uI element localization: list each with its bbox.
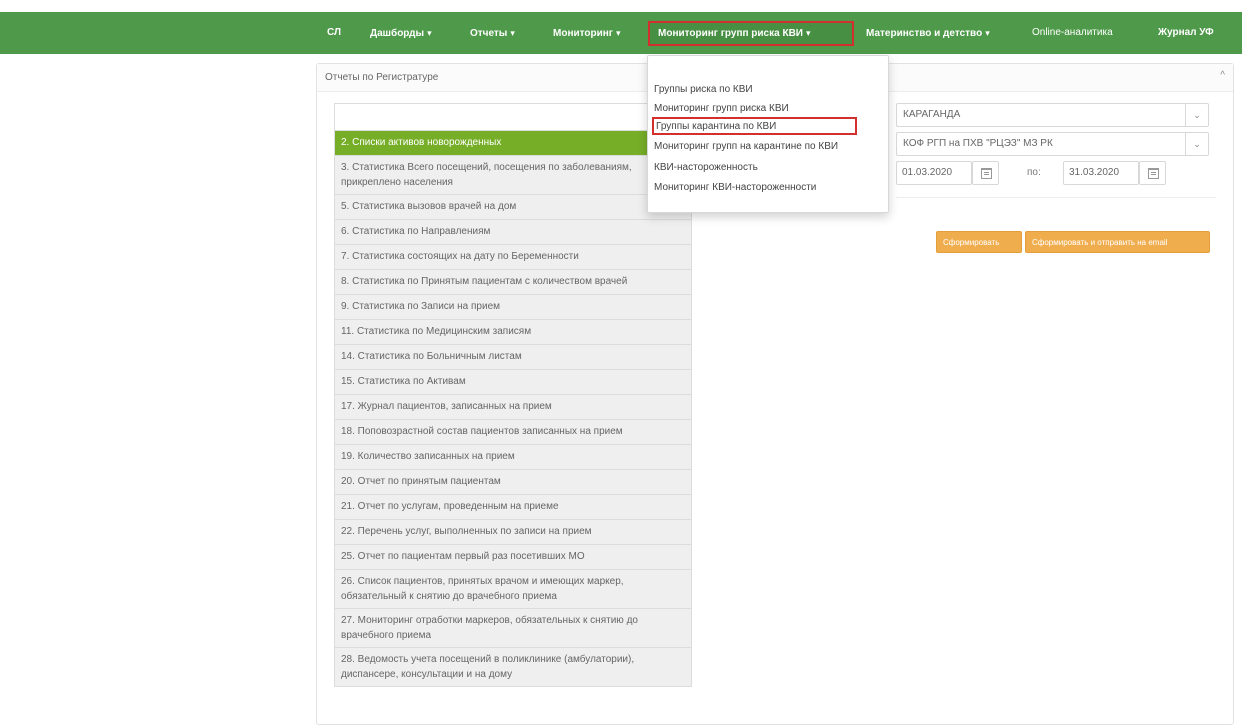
chevron-down-icon: ▾: [985, 28, 990, 38]
nav-journal-uf[interactable]: Журнал УФ: [1158, 12, 1214, 54]
kvi-risk-dropdown-menu: Группы риска по КВИ Мониторинг групп риск…: [647, 55, 889, 213]
report-list-item[interactable]: 18. Поповозрастной состав пациентов запи…: [335, 420, 691, 445]
filters-divider: [896, 197, 1216, 198]
region-select[interactable]: КАРАГАНДА ⌄: [896, 103, 1209, 127]
nav-kvi-risk-monitoring[interactable]: Мониторинг групп риска КВИ ▾: [648, 21, 854, 46]
nav-online-analytics[interactable]: Online-аналитика: [1032, 12, 1113, 54]
dropdown-menu-item[interactable]: Мониторинг групп риска КВИ: [648, 100, 888, 118]
dropdown-menu-item[interactable]: Мониторинг групп на карантине по КВИ: [648, 138, 888, 156]
report-list-item[interactable]: 9. Статистика по Записи на прием: [335, 295, 691, 320]
region-select-value: КАРАГАНДА: [903, 109, 961, 120]
report-list-item[interactable]: 21. Отчет по услугам, проведенным на при…: [335, 495, 691, 520]
report-list-item[interactable]: 17. Журнал пациентов, записанных на прие…: [335, 395, 691, 420]
chevron-down-icon: ⌄: [1185, 104, 1208, 126]
dropdown-menu-item[interactable]: Группы риска по КВИ: [648, 81, 888, 99]
chevron-down-icon: ▾: [510, 28, 515, 38]
date-from-value: 01.03.2020: [902, 167, 953, 178]
report-list-item[interactable]: 25. Отчет по пациентам первый раз посети…: [335, 545, 691, 570]
dropdown-menu-item[interactable]: КВИ-настороженность: [648, 159, 888, 177]
chevron-down-icon: ▾: [615, 28, 621, 38]
calendar-icon: [981, 168, 992, 179]
date-to-value: 31.03.2020: [1069, 167, 1120, 178]
chevron-down-icon: ▾: [427, 28, 432, 38]
dropdown-menu-item[interactable]: Группы карантина по КВИ: [652, 117, 857, 135]
report-list-item[interactable]: 22. Перечень услуг, выполненных по запис…: [335, 520, 691, 545]
report-list-blank-item[interactable]: [335, 104, 691, 131]
date-to-calendar-button[interactable]: [1139, 161, 1166, 185]
organization-select[interactable]: КОФ РГП на ПХВ "РЦЭЗ" МЗ РК ⌄: [896, 132, 1209, 156]
date-from-calendar-button[interactable]: [972, 161, 999, 185]
report-list-item[interactable]: 6. Статистика по Направлениям: [335, 220, 691, 245]
generate-email-button[interactable]: Сформировать и отправить на email: [1025, 231, 1210, 253]
report-list-item[interactable]: 15. Статистика по Активам: [335, 370, 691, 395]
report-list-item[interactable]: 20. Отчет по принятым пациентам: [335, 470, 691, 495]
organization-select-value: КОФ РГП на ПХВ "РЦЭЗ" МЗ РК: [903, 138, 1053, 149]
nav-reports[interactable]: Отчеты ▾: [470, 12, 515, 54]
report-list: 2. Списки активов новорожденных 3. Статис…: [334, 103, 692, 687]
report-list-item[interactable]: 3. Статистика Всего посещений, посещения…: [335, 156, 691, 195]
nav-maternity-childhood[interactable]: Материнство и детство ▾: [866, 12, 990, 54]
date-to-label: по:: [1027, 167, 1041, 178]
date-from-input[interactable]: 01.03.2020: [896, 161, 972, 185]
dropdown-menu-item[interactable]: Мониторинг КВИ-настороженности: [648, 179, 888, 197]
chevron-down-icon: ⌄: [1185, 133, 1208, 155]
calendar-icon: [1148, 168, 1159, 179]
report-list-item[interactable]: 28. Ведомость учета посещений в поликлин…: [335, 648, 691, 687]
collapse-chevron-up-icon[interactable]: ^: [1220, 70, 1225, 81]
nav-dashboards[interactable]: Дашборды ▾: [370, 12, 432, 54]
report-list-item[interactable]: 2. Списки активов новорожденных: [335, 131, 691, 156]
generate-button[interactable]: Сформировать: [936, 231, 1022, 253]
report-list-item[interactable]: 11. Статистика по Медицинским записям: [335, 320, 691, 345]
panel-title: Отчеты по Регистратуре: [325, 72, 439, 83]
chevron-down-icon: ▾: [805, 28, 811, 38]
report-list-item[interactable]: 5. Статистика вызовов врачей на дом: [335, 195, 691, 220]
report-list-item[interactable]: 27. Мониторинг отработки маркеров, обяза…: [335, 609, 691, 648]
nav-sl[interactable]: СЛ: [327, 12, 341, 54]
report-list-item[interactable]: 8. Статистика по Принятым пациентам с ко…: [335, 270, 691, 295]
date-to-input[interactable]: 31.03.2020: [1063, 161, 1139, 185]
top-navbar: СЛ Дашборды ▾ Отчеты ▾ Мониторинг ▾ Монитор…: [0, 12, 1242, 54]
nav-monitoring[interactable]: Мониторинг ▾: [553, 12, 621, 54]
report-list-item[interactable]: 14. Статистика по Больничным листам: [335, 345, 691, 370]
report-list-item[interactable]: 7. Статистика состоящих на дату по Берем…: [335, 245, 691, 270]
report-list-item[interactable]: 19. Количество записанных на прием: [335, 445, 691, 470]
report-list-item[interactable]: 26. Список пациентов, принятых врачом и …: [335, 570, 691, 609]
